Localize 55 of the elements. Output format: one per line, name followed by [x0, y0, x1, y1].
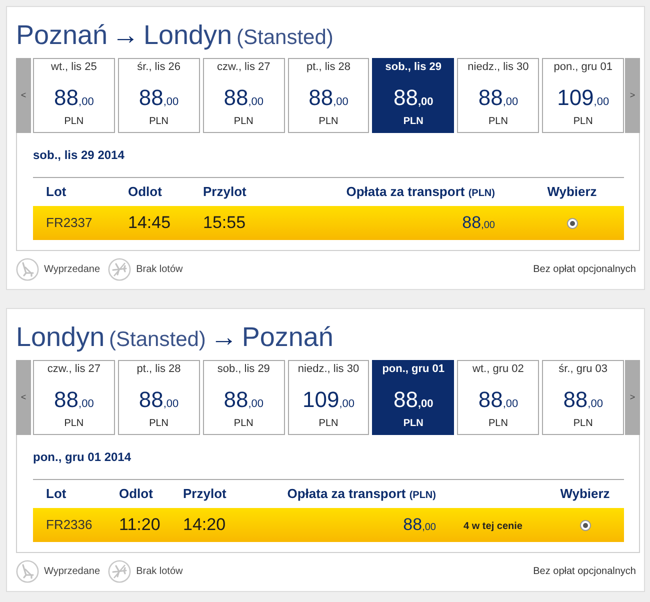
column-header: Odlot [128, 184, 162, 199]
seat-icon [16, 258, 39, 280]
date-option[interactable]: pon., gru 01 109,00 PLN [542, 58, 624, 133]
fees-note: Bez opłat opcjonalnych [533, 564, 636, 578]
date-option[interactable]: pt., lis 28 88,00 PLN [288, 58, 370, 133]
radio-button[interactable] [566, 218, 578, 228]
availability-note: 4 w tej cenie [464, 521, 522, 532]
legend-label: Brak lotów [136, 262, 183, 276]
date-option[interactable]: pt., lis 28 88,00 PLN [118, 360, 200, 435]
date-option[interactable]: wt., lis 25 88,00 PLN [33, 58, 115, 133]
date-option[interactable]: niedz., lis 30 109,00 PLN [288, 360, 370, 435]
departure-time: 11:20 [119, 515, 160, 534]
flight-row[interactable]: FR2336 11:20 14:20 88,00 4 w tej cenie [33, 508, 624, 542]
seat-icon [16, 560, 39, 582]
column-header: Przylot [183, 486, 226, 501]
fare-price: 88,00 [403, 517, 436, 534]
departure-time: 14:45 [128, 213, 171, 232]
selected-date: sob., lis 29 2014 [33, 148, 124, 162]
column-header: Opłata za transport (PLN) [287, 486, 436, 501]
date-option[interactable]: pon., gru 01 88,00 PLN [372, 360, 454, 435]
column-header: Lot [46, 184, 66, 199]
previous-dates-button[interactable]: < [16, 360, 31, 435]
date-option[interactable]: wt., gru 02 88,00 PLN [457, 360, 540, 435]
date-option[interactable]: sob., lis 29 88,00 PLN [202, 360, 285, 435]
date-option[interactable]: śr., lis 26 88,00 PLN [118, 58, 200, 133]
column-header: Wybierz [560, 486, 610, 501]
next-dates-button[interactable]: > [625, 360, 640, 435]
column-header: Przylot [203, 184, 246, 199]
route-title: Poznań → Londyn (Stansted) [16, 19, 334, 51]
fees-note: Bez opłat opcjonalnych [533, 262, 636, 276]
date-option[interactable]: niedz., lis 30 88,00 PLN [457, 58, 540, 133]
arrival-time: 15:55 [203, 213, 246, 232]
arrival-time: 14:20 [183, 515, 226, 534]
date-option[interactable]: czw., lis 27 88,00 PLN [33, 360, 115, 435]
legend-label: Wyprzedane [44, 564, 100, 578]
radio-button[interactable] [580, 520, 590, 530]
legend-label: Wyprzedane [44, 262, 100, 276]
plane-crossed-out-icon [108, 258, 132, 280]
date-option[interactable]: sob., lis 29 88,00 PLN [372, 58, 454, 133]
column-header: Lot [46, 486, 66, 501]
plane-crossed-out-icon [108, 560, 132, 582]
column-header: Opłata za transport (PLN) [346, 184, 495, 199]
next-dates-button[interactable]: > [625, 58, 640, 133]
flight-row[interactable]: FR2337 14:45 15:55 88,00 [33, 206, 624, 240]
route-title: Londyn (Stansted) → Poznań [16, 321, 334, 353]
date-option[interactable]: czw., lis 27 88,00 PLN [202, 58, 285, 133]
previous-dates-button[interactable]: < [16, 58, 31, 133]
legend-label: Brak lotów [136, 564, 183, 578]
flight-number: FR2337 [46, 215, 92, 230]
column-header: Wybierz [547, 184, 597, 199]
flight-number: FR2336 [46, 517, 92, 532]
date-option[interactable]: śr., gru 03 88,00 PLN [542, 360, 624, 435]
column-header: Odlot [119, 486, 153, 501]
selected-date: pon., gru 01 2014 [33, 450, 132, 464]
fare-price: 88,00 [462, 215, 495, 232]
